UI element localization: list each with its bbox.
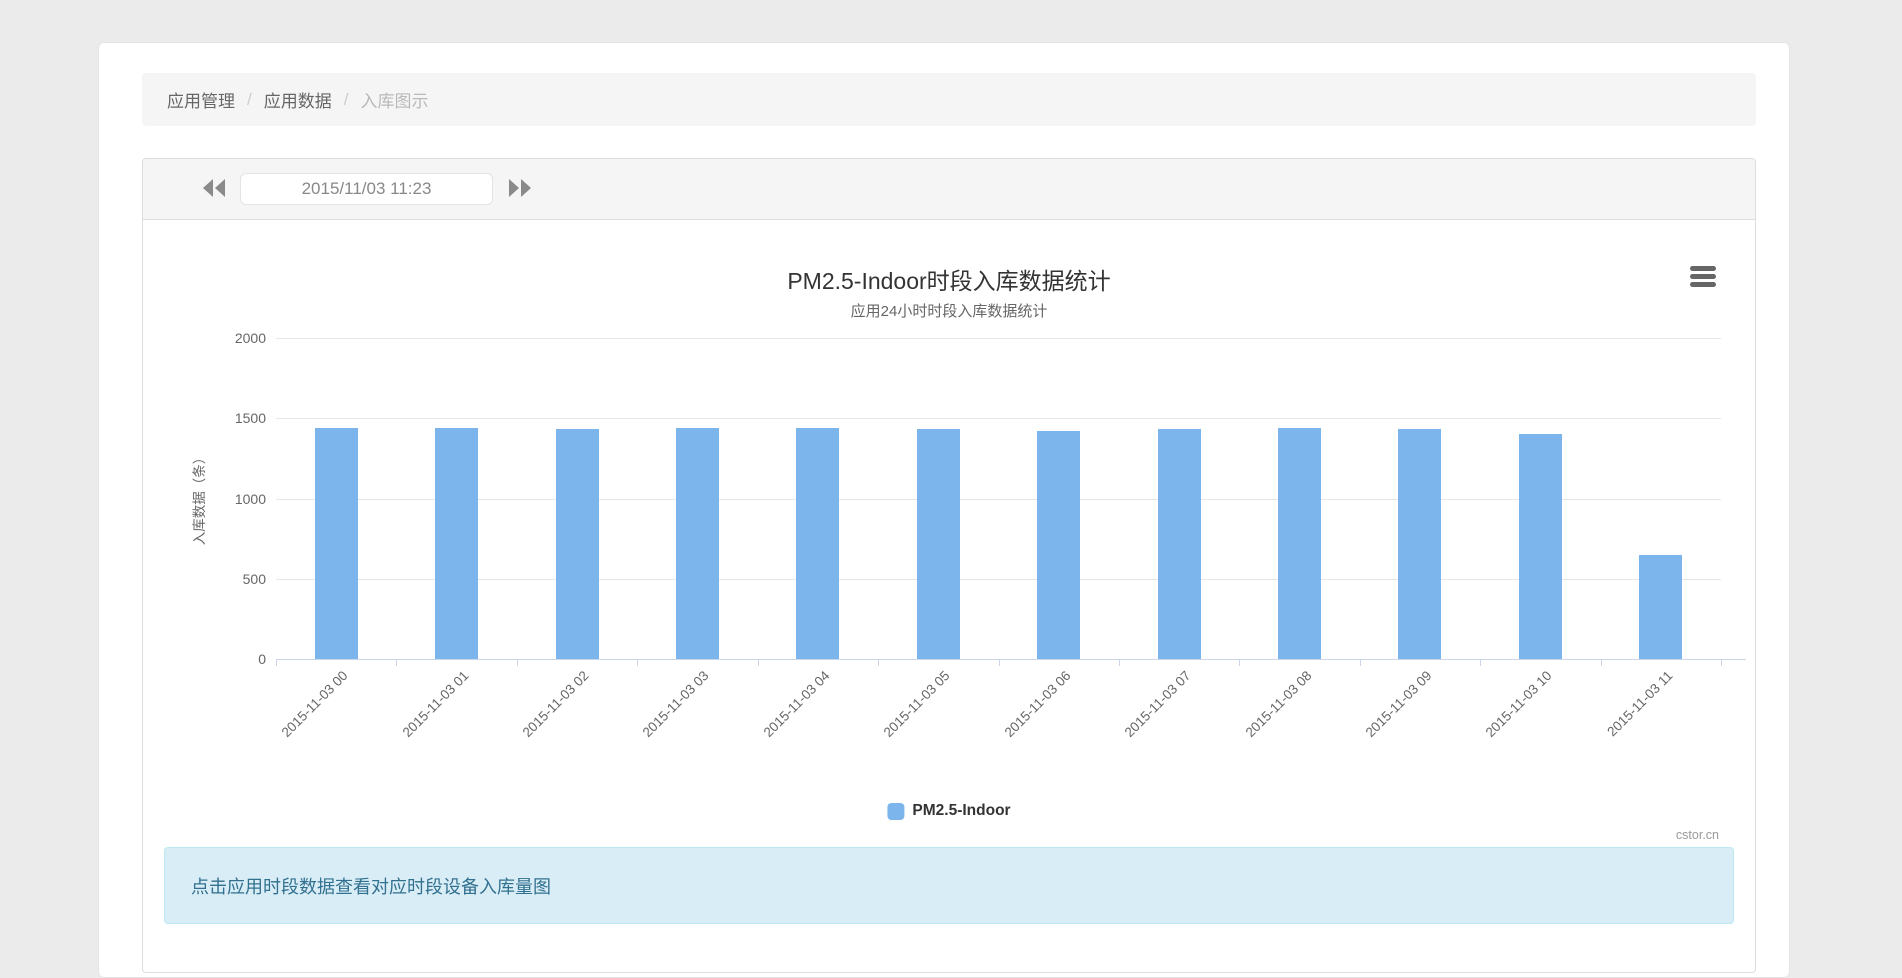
x-axis-label: 2015-11-03 07 xyxy=(1122,668,1194,740)
bar[interactable] xyxy=(676,428,719,659)
legend-item[interactable]: PM2.5-Indoor xyxy=(887,802,1010,820)
fast-forward-icon xyxy=(507,178,532,201)
bar[interactable] xyxy=(1037,431,1080,659)
export-menu-button[interactable] xyxy=(1690,265,1717,288)
x-axis-tick xyxy=(1721,660,1722,666)
x-axis-label: 2015-11-03 05 xyxy=(881,668,953,740)
gridline xyxy=(276,418,1721,419)
bar[interactable] xyxy=(315,428,358,659)
breadcrumb-separator: / xyxy=(247,90,252,110)
chart-panel: PM2.5-Indoor时段入库数据统计 应用24小时时段入库数据统计 入库数据… xyxy=(142,158,1756,973)
y-axis-tick-label: 2000 xyxy=(216,330,266,346)
breadcrumb-item-storage-chart: 入库图示 xyxy=(360,87,428,112)
x-axis-tick xyxy=(1360,660,1361,666)
y-axis-tick-label: 0 xyxy=(216,651,266,667)
hamburger-icon xyxy=(1690,282,1716,287)
hamburger-icon xyxy=(1690,266,1716,271)
bar[interactable] xyxy=(1519,434,1562,659)
date-nav-bar xyxy=(143,159,1755,220)
fast-backward-icon xyxy=(202,178,227,201)
x-axis-tick xyxy=(878,660,879,666)
bar[interactable] xyxy=(1278,428,1321,659)
y-axis-tick-label: 1000 xyxy=(216,491,266,507)
content-card: 应用管理 / 应用数据 / 入库图示 xyxy=(98,42,1790,978)
legend-swatch xyxy=(887,803,904,820)
info-alert: 点击应用时段数据查看对应时段设备入库量图 xyxy=(164,847,1734,924)
x-axis-label: 2015-11-03 11 xyxy=(1604,668,1675,739)
chart-title: PM2.5-Indoor时段入库数据统计 xyxy=(143,262,1755,296)
x-axis-tick xyxy=(517,660,518,666)
x-axis-tick xyxy=(276,660,277,666)
bar[interactable] xyxy=(796,428,839,659)
x-axis-tick xyxy=(396,660,397,666)
bar[interactable] xyxy=(1639,555,1682,659)
x-axis-tick xyxy=(637,660,638,666)
bar[interactable] xyxy=(1398,429,1441,659)
gridline xyxy=(276,579,1721,580)
breadcrumb: 应用管理 / 应用数据 / 入库图示 xyxy=(142,73,1756,126)
bar[interactable] xyxy=(556,429,599,659)
x-axis-label: 2015-11-03 03 xyxy=(640,668,712,740)
next-time-button[interactable] xyxy=(502,176,536,202)
x-axis-label: 2015-11-03 09 xyxy=(1363,668,1435,740)
gridline xyxy=(276,338,1721,339)
prev-time-button[interactable] xyxy=(197,176,231,202)
x-axis-label: 2015-11-03 10 xyxy=(1483,668,1555,740)
x-axis-tick xyxy=(999,660,1000,666)
x-axis-label: 2015-11-03 04 xyxy=(760,668,832,740)
x-axis-tick xyxy=(1601,660,1602,666)
breadcrumb-item-app-data[interactable]: 应用数据 xyxy=(264,87,332,112)
x-axis-label: 2015-11-03 02 xyxy=(520,668,592,740)
breadcrumb-separator: / xyxy=(344,90,349,110)
breadcrumb-item-app-management[interactable]: 应用管理 xyxy=(167,87,235,112)
x-axis-label: 2015-11-03 06 xyxy=(1001,668,1073,740)
y-axis-tick-label: 500 xyxy=(216,571,266,587)
x-axis-label: 2015-11-03 08 xyxy=(1242,668,1314,740)
y-axis-title: 入库数据（条） xyxy=(188,451,208,546)
x-axis-label: 2015-11-03 00 xyxy=(279,668,351,740)
x-axis-line xyxy=(276,659,1746,660)
datetime-input[interactable] xyxy=(240,173,493,205)
gridline xyxy=(276,499,1721,500)
x-axis-tick xyxy=(1480,660,1481,666)
y-axis-tick-label: 1500 xyxy=(216,410,266,426)
x-axis-tick xyxy=(758,660,759,666)
chart-subtitle: 应用24小时时段入库数据统计 xyxy=(143,300,1755,321)
bar[interactable] xyxy=(435,428,478,659)
legend-label: PM2.5-Indoor xyxy=(912,802,1010,820)
bar-chart: PM2.5-Indoor时段入库数据统计 应用24小时时段入库数据统计 入库数据… xyxy=(143,220,1755,847)
x-axis-tick xyxy=(1239,660,1240,666)
x-axis-tick xyxy=(1119,660,1120,666)
hamburger-icon xyxy=(1690,274,1716,279)
bar[interactable] xyxy=(917,429,960,659)
x-axis-label: 2015-11-03 01 xyxy=(399,668,471,740)
credits-link[interactable]: cstor.cn xyxy=(1676,828,1719,842)
info-alert-text: 点击应用时段数据查看对应时段设备入库量图 xyxy=(191,873,551,899)
bar[interactable] xyxy=(1158,429,1201,659)
